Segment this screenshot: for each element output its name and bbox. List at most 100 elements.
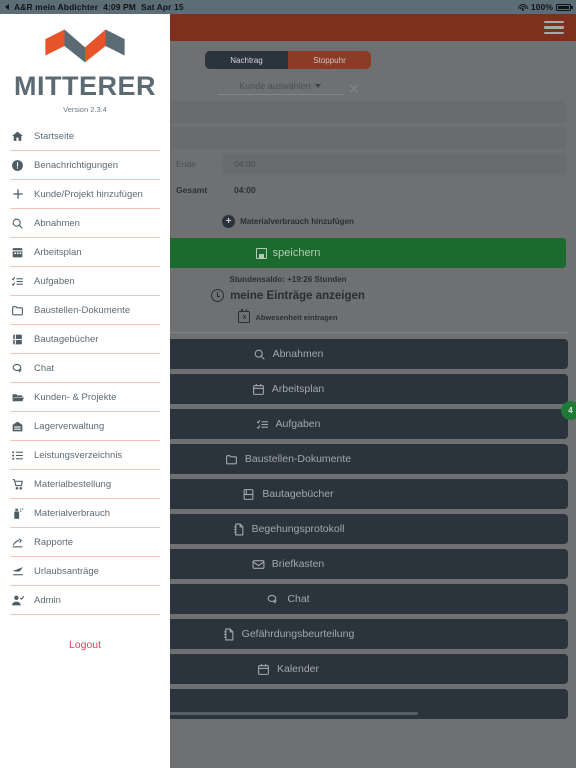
sidebar-item-label: Aufgaben	[34, 275, 75, 287]
status-badge: 4	[561, 401, 576, 420]
sidebar-item-leistungsverzeichnis[interactable]: Leistungsverzeichnis	[10, 441, 160, 470]
ios-status-bar: A&R mein Abdichter 4:09 PM Sat Apr 15 10…	[0, 0, 576, 14]
tab-nachtrag[interactable]: Nachtrag	[205, 51, 288, 69]
sidebar-item-label: Materialverbrauch	[34, 507, 111, 519]
chat-icon	[10, 362, 25, 375]
brand-header: MITTERER Version 2.3.4	[0, 14, 170, 114]
sidebar-item-label: Benachrichtigungen	[34, 159, 118, 171]
total-label: Gesamt	[176, 185, 208, 195]
action-label: Baustellen-Dokumente	[244, 453, 352, 465]
action-label: Kalender	[276, 663, 320, 675]
report-icon	[10, 536, 25, 549]
sidebar-item-label: Chat	[34, 362, 55, 374]
sidebar-item-label: Urlaubsanträge	[34, 565, 99, 577]
sidebar-item-kunde-projekt-hinzufuegen[interactable]: Kunde/Projekt hinzufügen	[10, 180, 160, 209]
action-label: Briefkasten	[271, 558, 325, 570]
book-icon	[10, 333, 25, 346]
sidebar-item-urlaubsantraege[interactable]: Urlaubsanträge	[10, 557, 160, 586]
sidebar-item-label: Baustellen-Dokumente	[34, 304, 131, 316]
checklist-icon	[256, 418, 269, 431]
app-version: Version 2.3.4	[63, 105, 107, 114]
battery-icon	[556, 3, 573, 11]
add-absence-label: Abwesenheit eintragen	[255, 312, 338, 322]
sidebar-item-label: Abnahmen	[34, 217, 80, 229]
tab-stoppuhr[interactable]: Stoppuhr	[288, 51, 371, 69]
action-label: Gefährdungsbeurteilung	[241, 628, 355, 640]
end-label: Ende	[176, 159, 196, 169]
sidebar-item-benachrichtigungen[interactable]: Benachrichtigungen	[10, 151, 160, 180]
sidebar-item-label: Materialbestellung	[34, 478, 112, 490]
sidebar-item-label: Leistungsverzeichnis	[34, 449, 123, 461]
sidebar-item-label: Kunde/Projekt hinzufügen	[34, 188, 143, 200]
sidebar-item-label: Kunden- & Projekte	[34, 391, 117, 403]
sidebar-item-label: Lagerverwaltung	[34, 420, 105, 432]
alert-icon	[10, 159, 25, 172]
envelope-icon	[252, 558, 265, 571]
sidebar-item-materialbestellung[interactable]: Materialbestellung	[10, 470, 160, 499]
sidebar-nav: Startseite Benachrichtigungen Kunde/Proj…	[0, 122, 170, 615]
calendar-x-icon: x	[238, 309, 251, 323]
sidebar-item-label: Arbeitsplan	[34, 246, 82, 258]
clock-icon	[211, 289, 225, 302]
logout-button[interactable]: Logout	[0, 615, 170, 651]
checklist-icon	[10, 275, 25, 288]
search-icon	[10, 217, 25, 230]
home-icon	[10, 130, 25, 143]
hamburger-menu-icon[interactable]	[544, 20, 564, 35]
warehouse-icon	[10, 420, 25, 433]
total-value: 04:00	[234, 185, 256, 195]
status-date: Sat Apr 15	[140, 2, 184, 12]
sidebar-item-label: Admin	[34, 594, 61, 606]
open-folder-icon	[10, 391, 25, 404]
sidebar-item-label: Startseite	[34, 130, 75, 142]
sidebar-item-lagerverwaltung[interactable]: Lagerverwaltung	[10, 412, 160, 441]
action-label: Chat	[287, 593, 310, 605]
chat-icon	[266, 593, 280, 606]
sidebar-item-bautagebuecher[interactable]: Bautagebücher	[10, 325, 160, 354]
spray-can-icon	[10, 507, 25, 520]
status-time: 4:09 PM	[103, 2, 136, 12]
calendar-icon	[10, 246, 25, 259]
search-icon	[253, 348, 266, 361]
cart-icon	[10, 478, 25, 491]
sidebar-item-abnahmen[interactable]: Abnahmen	[10, 209, 160, 238]
plus-icon	[10, 187, 25, 201]
show-entries-label: meine Einträge anzeigen	[230, 289, 365, 302]
add-material-label: Materialverbrauch hinzufügen	[240, 217, 354, 226]
action-label: Abnahmen	[272, 348, 324, 360]
sidebar-item-startseite[interactable]: Startseite	[10, 122, 160, 151]
brand-name: MITTERER	[14, 71, 156, 101]
book-icon	[242, 488, 255, 501]
list-icon	[10, 449, 25, 462]
save-disk-icon	[255, 247, 267, 259]
sidebar-item-aufgaben[interactable]: Aufgaben	[10, 267, 160, 296]
battery-percent: 100%	[530, 2, 553, 12]
calendar-icon	[257, 663, 270, 676]
sidebar-item-chat[interactable]: Chat	[10, 354, 160, 383]
close-icon[interactable]	[349, 83, 359, 93]
sidebar-item-materialverbrauch[interactable]: Materialverbrauch	[10, 499, 160, 528]
end-time-value[interactable]: 04:00	[222, 153, 566, 175]
sidebar-item-rapporte[interactable]: Rapporte	[10, 528, 160, 557]
sidebar-item-label: Rapporte	[34, 536, 74, 548]
action-label: Aufgaben	[275, 418, 321, 430]
sidebar-item-label: Bautagebücher	[34, 333, 99, 345]
document-icon	[232, 523, 245, 536]
mitterer-m-logo	[45, 29, 125, 63]
customer-select-value[interactable]: Kunde auswählen	[239, 81, 311, 91]
back-arrow-icon[interactable]	[5, 4, 9, 10]
action-label: Begehungsprotokoll	[251, 523, 345, 535]
sidebar-item-kunden-projekte[interactable]: Kunden- & Projekte	[10, 383, 160, 412]
calendar-icon	[252, 383, 265, 396]
plane-icon	[10, 565, 25, 578]
chevron-down-icon[interactable]	[314, 84, 321, 88]
sidebar-item-arbeitsplan[interactable]: Arbeitsplan	[10, 238, 160, 267]
plus-circle-icon: +	[222, 215, 236, 228]
wifi-icon	[517, 3, 528, 11]
action-label: Arbeitsplan	[271, 383, 325, 395]
folder-icon	[225, 453, 238, 466]
sidebar-item-baustellen-dokumente[interactable]: Baustellen-Dokumente	[10, 296, 160, 325]
sidebar-item-admin[interactable]: Admin	[10, 586, 160, 615]
document-icon	[222, 628, 235, 641]
user-check-icon	[10, 594, 25, 607]
